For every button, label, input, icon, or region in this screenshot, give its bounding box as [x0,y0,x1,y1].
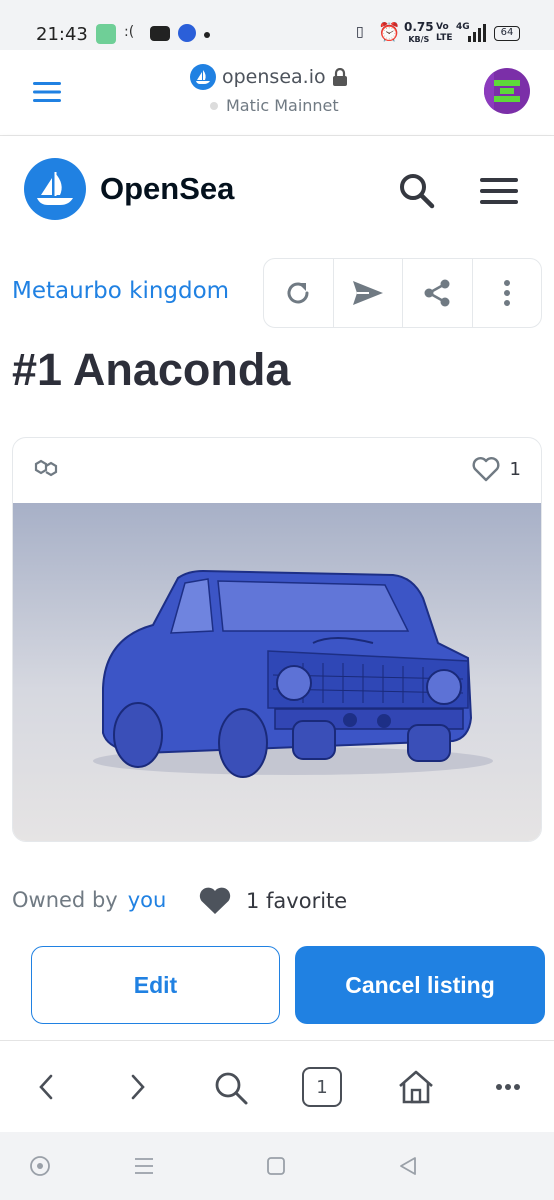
owner-link[interactable]: you [128,888,167,912]
polygon-icon [34,459,58,477]
app-notification-icon [96,24,116,44]
site-menu-button[interactable] [474,166,524,216]
opensea-logo-icon [24,158,86,220]
refresh-button[interactable] [264,259,334,327]
browser-search-button[interactable] [208,1065,254,1111]
battery-level: 64 [500,27,514,38]
browser-bottom-nav: 1 [0,1040,554,1132]
system-nav-bar [0,1132,554,1200]
blockchain-badge [33,458,59,482]
vibrate-icon: ▯ [356,24,364,40]
network-status-dot [210,101,218,110]
search-icon [400,174,435,209]
youtube-icon [150,26,170,41]
share-button[interactable] [403,259,473,327]
search-icon [215,1072,248,1105]
volte-label: Vo [436,22,449,32]
transfer-button[interactable] [334,259,403,327]
battery-icon: 64 [494,26,520,41]
net-speed: 0.75 [404,20,434,34]
url-display[interactable]: opensea.io [190,64,348,90]
opensea-favicon-icon [190,64,216,90]
lock-icon [332,68,347,86]
triangle-back-icon [400,1157,416,1175]
share-icon [424,279,450,307]
square-icon [267,1157,285,1175]
forward-button[interactable] [118,1067,158,1107]
more-horizontal-icon [496,1084,520,1090]
hamburger-icon [480,178,518,204]
opensea-logo[interactable]: OpenSea [24,158,234,220]
browser-menu-button[interactable] [28,74,68,110]
home-icon [399,1070,433,1104]
site-header: OpenSea [0,136,554,246]
refresh-icon [287,282,309,304]
lte-label: LTE [436,33,453,43]
item-media-card: 1 [12,437,542,842]
item-title: #1 Anaconda [12,344,291,395]
hamburger-icon [33,82,61,102]
home-button[interactable] [394,1065,438,1109]
tab-count: 1 [316,1076,328,1098]
chevron-right-icon [131,1074,145,1100]
url-text: opensea.io [222,66,326,88]
back-system-button[interactable] [394,1152,422,1180]
home-system-button[interactable] [262,1152,290,1180]
assistant-button[interactable] [26,1152,54,1180]
net-speed-unit: KB/S [408,35,430,44]
send-icon [352,281,383,305]
heart-outline-icon [472,457,500,482]
signal-icon [468,24,486,42]
more-notifications-icon [204,32,210,38]
collection-link[interactable]: Metaurbo kingdom [12,278,229,304]
app-icon [178,24,196,42]
browser-address-bar: opensea.io Matic Mainnet [0,50,554,136]
owner-row: Owned by you [12,888,166,912]
more-vertical-icon [503,280,510,306]
edit-button[interactable]: Edit [31,946,280,1024]
brand-name: OpenSea [100,171,235,206]
favorite-count: 1 [509,458,521,480]
item-image[interactable] [13,503,541,841]
sad-face-icon: :( [124,24,135,40]
car-illustration [93,569,493,778]
network-indicator: Matic Mainnet [210,96,339,115]
menu-lines-icon [135,1158,153,1174]
owned-by-label: Owned by [12,888,118,912]
network-name: Matic Mainnet [226,96,339,115]
back-button[interactable] [26,1067,66,1107]
circle-dot-icon [30,1156,50,1176]
item-actions [263,258,542,328]
recents-menu-button[interactable] [130,1152,158,1180]
search-button[interactable] [392,166,442,216]
chevron-left-icon [39,1074,53,1100]
browser-more-button[interactable] [488,1067,528,1107]
tabs-button[interactable]: 1 [302,1067,342,1107]
favorites-info: 1 favorite [198,886,347,916]
wallet-avatar[interactable] [484,68,530,114]
status-bar: 21:43 :( ▯ ⏰ 0.75 KB/S Vo LTE 4G 64 [0,0,554,50]
more-options-button[interactable] [473,259,542,327]
alarm-icon: ⏰ [378,22,401,43]
favorite-toggle[interactable]: 1 [472,456,521,482]
favorites-label: 1 favorite [246,889,348,913]
cancel-listing-button[interactable]: Cancel listing [295,946,545,1024]
status-time: 21:43 [36,24,88,45]
heart-filled-icon [199,887,231,914]
